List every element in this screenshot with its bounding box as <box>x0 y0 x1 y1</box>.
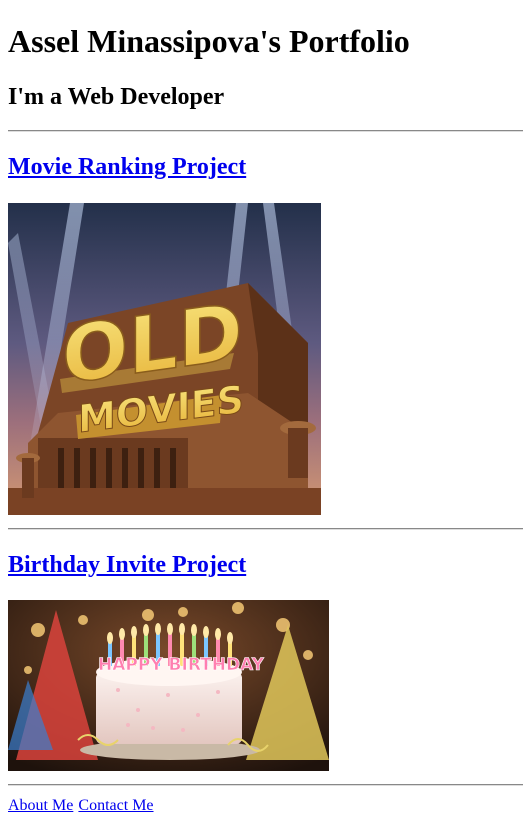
birthday-cake-image: HAPPY BIRTHDAY <box>8 600 329 771</box>
divider <box>8 784 523 786</box>
footer-nav: About Me Contact Me <box>8 795 154 815</box>
page-title: Assel Minassipova's Portfolio <box>8 23 410 59</box>
project-heading: Movie Ranking Project <box>8 152 246 182</box>
movie-ranking-project-link[interactable]: Movie Ranking Project <box>8 154 246 180</box>
page-subtitle: I'm a Web Developer <box>8 84 225 110</box>
contact-me-link[interactable]: Contact Me <box>78 797 153 814</box>
divider <box>8 528 523 530</box>
svg-text:HAPPY BIRTHDAY: HAPPY BIRTHDAY <box>98 655 265 675</box>
project-heading: Birthday Invite Project <box>8 550 246 580</box>
old-movies-image: OLD MOVIES <box>8 203 321 515</box>
about-me-link[interactable]: About Me <box>8 797 73 814</box>
birthday-invite-project-link[interactable]: Birthday Invite Project <box>8 552 246 578</box>
divider <box>8 130 523 132</box>
